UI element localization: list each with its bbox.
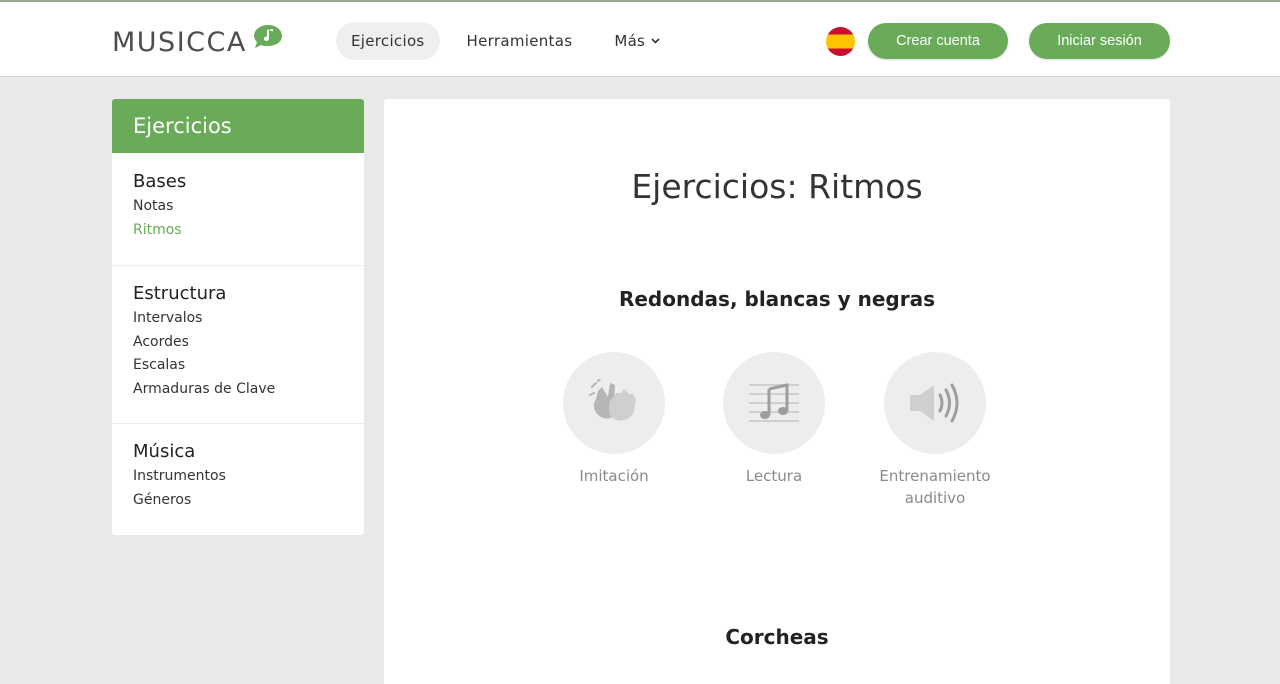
music-note-icon [749,383,799,422]
exercise-label: Imitación [579,467,649,485]
main-content: Ejercicios: Ritmos Redondas, blancas y n… [384,99,1170,684]
sidebar-section-title: Música [133,441,196,462]
nav-herramientas-label: Herramientas [466,32,573,50]
sidebar-item-escalas[interactable]: Escalas [133,354,343,378]
section-title: Redondas, blancas y negras [618,287,936,311]
sidebar-item-armaduras[interactable]: Armaduras de Clave [133,378,343,402]
exercise-icon-circle [563,352,665,454]
create-account-button[interactable]: Crear cuenta [868,23,1008,59]
nav-mas-dropdown[interactable]: Más [599,22,675,60]
sidebar-item-acordes[interactable]: Acordes [133,331,343,355]
sidebar-section-title: Bases [133,171,187,192]
sidebar-section-title: Estructura [133,283,227,304]
nav-herramientas[interactable]: Herramientas [452,22,588,60]
sidebar-section-bases: Bases Notas Ritmos [112,153,364,266]
section-title: Corcheas [725,625,829,649]
nav-ejercicios-label: Ejercicios [351,32,425,50]
sidebar-title: Ejercicios [112,99,364,153]
sidebar-item-intervalos[interactable]: Intervalos [133,307,343,331]
exercise-icon-circle [723,352,825,454]
sidebar-item-instrumentos[interactable]: Instrumentos [133,465,343,489]
exercise-imitacion[interactable]: Imitación [549,352,679,487]
exercise-entrenamiento-auditivo[interactable]: Entrenamiento auditivo [870,352,1000,509]
exercise-lectura[interactable]: Lectura [709,352,839,487]
sidebar-section-estructura: Estructura Intervalos Acordes Escalas Ar… [112,266,364,424]
logo-text: MUSICCA [112,26,247,58]
top-header: MUSICCA Ejercicios Herramientas Más Crea… [0,0,1280,77]
exercise-icon-circle [884,352,986,454]
speech-bubble-note-icon [253,25,282,48]
login-button[interactable]: Iniciar sesión [1029,23,1170,59]
main-nav: Ejercicios Herramientas Más [336,22,687,60]
sidebar-section-musica: Música Instrumentos Géneros [112,424,364,512]
clapping-hands-icon [589,379,636,421]
nav-ejercicios[interactable]: Ejercicios [336,22,440,60]
sidebar-item-generos[interactable]: Géneros [133,489,343,513]
speaker-icon [910,383,959,423]
sidebar-item-notas[interactable]: Notas [133,195,343,219]
exercise-label: Lectura [745,467,803,485]
musicca-logo[interactable]: MUSICCA [112,24,284,60]
page-title: Ejercicios: Ritmos [631,167,923,206]
chevron-down-icon [651,38,660,44]
exercise-label: Entrenamiento auditivo [879,467,991,507]
sidebar: Ejercicios Bases Notas Ritmos Estructura… [112,99,364,535]
sidebar-item-ritmos[interactable]: Ritmos [133,219,343,243]
spain-flag-icon[interactable] [826,27,855,56]
nav-mas-label: Más [614,32,646,50]
